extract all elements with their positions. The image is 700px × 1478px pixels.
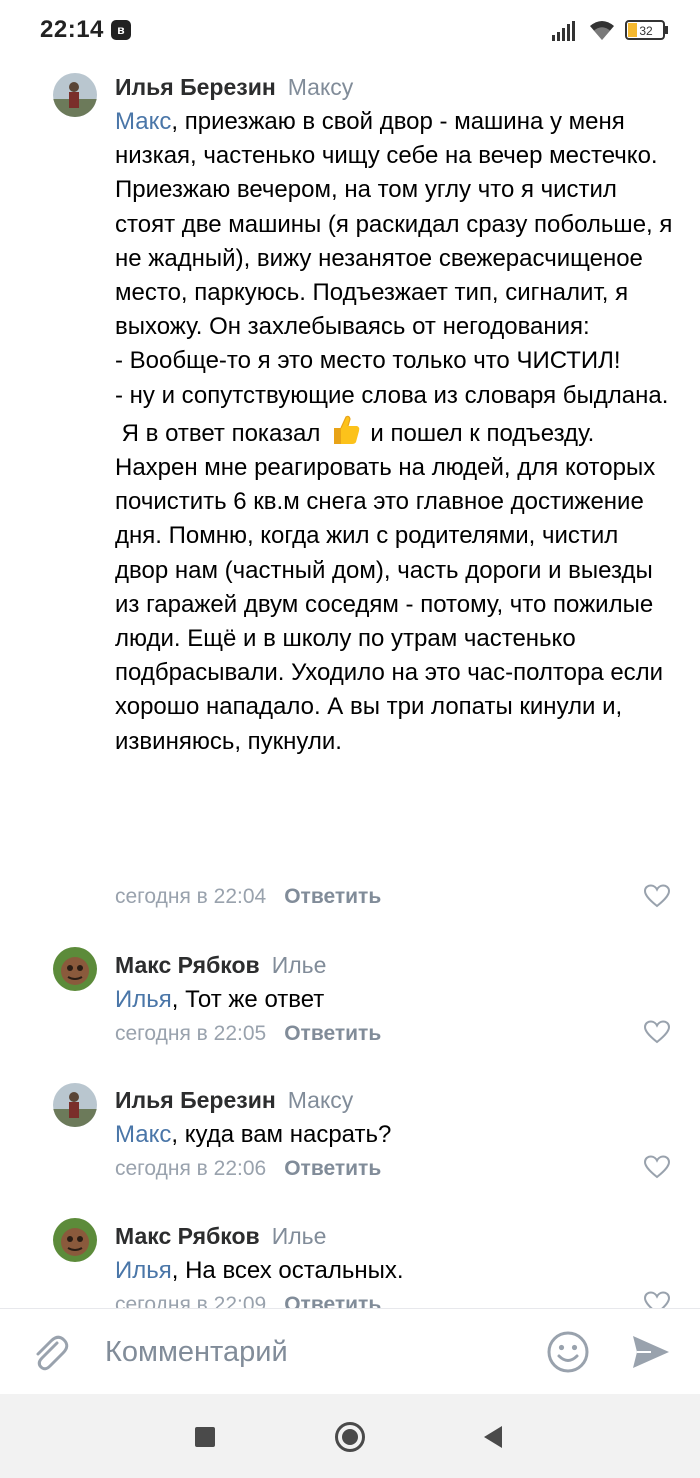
comment-meta: сегодня в 22:05 Ответить bbox=[115, 1022, 381, 1046]
comment-header: Макс Рябков Илье bbox=[115, 1223, 326, 1250]
home-icon[interactable] bbox=[334, 1421, 366, 1453]
reply-button[interactable]: Ответить bbox=[284, 1293, 381, 1308]
comment-reply-to[interactable]: Илье bbox=[272, 952, 327, 978]
comment-author[interactable]: Макс Рябков bbox=[115, 1223, 260, 1249]
comment-author[interactable]: Илья Березин bbox=[115, 1087, 276, 1113]
comment-author[interactable]: Макс Рябков bbox=[115, 952, 260, 978]
avatar[interactable] bbox=[53, 73, 97, 117]
comment-date: сегодня в 22:09 bbox=[115, 1293, 267, 1308]
comment-reply-to[interactable]: Максу bbox=[288, 1087, 354, 1113]
comment-paragraph: , На всех остальных. bbox=[171, 1257, 404, 1284]
battery-icon: 32 bbox=[625, 20, 668, 40]
comment-text: Макс, приезжаю в свой двор - машина у ме… bbox=[115, 105, 675, 759]
smile-icon[interactable] bbox=[546, 1330, 590, 1374]
comment-date: сегодня в 22:04 bbox=[115, 885, 267, 908]
mention-link[interactable]: Илья bbox=[115, 986, 172, 1013]
reply-button[interactable]: Ответить bbox=[284, 1022, 381, 1045]
like-icon[interactable] bbox=[644, 884, 670, 908]
comment-paragraph: , Тот же ответ bbox=[171, 986, 325, 1013]
wifi-icon bbox=[590, 21, 614, 40]
status-time: 22:14 bbox=[40, 16, 104, 43]
comment-header: Илья Березин Максу bbox=[115, 1087, 353, 1114]
comment-input[interactable] bbox=[103, 1331, 527, 1373]
mention-link[interactable]: Илья bbox=[115, 1257, 172, 1284]
comment-date: сегодня в 22:06 bbox=[115, 1157, 267, 1180]
like-icon[interactable] bbox=[644, 1155, 670, 1179]
avatar[interactable] bbox=[53, 947, 97, 991]
like-icon[interactable] bbox=[644, 1020, 670, 1044]
comment-text: Илья, Тот же ответ bbox=[115, 983, 675, 1017]
mention-link[interactable]: Макс bbox=[115, 1121, 171, 1148]
system-nav-bar bbox=[0, 1394, 700, 1478]
reply-button[interactable]: Ответить bbox=[284, 1157, 381, 1180]
comment-meta: сегодня в 22:06 Ответить bbox=[115, 1157, 381, 1181]
vk-icon: в bbox=[111, 20, 131, 40]
thumbs-up-emoji bbox=[334, 415, 360, 444]
comment-reply-to[interactable]: Илье bbox=[272, 1223, 327, 1249]
mention-link[interactable]: Макс bbox=[115, 108, 171, 135]
comment-paragraph: - Вообще-то я это место только что ЧИСТИ… bbox=[115, 347, 621, 375]
comment-paragraph: , приезжаю в свой двор - машина у меня н… bbox=[115, 108, 673, 341]
comment-date: сегодня в 22:05 bbox=[115, 1022, 267, 1045]
comment-composer bbox=[0, 1308, 700, 1395]
back-icon[interactable] bbox=[482, 1424, 504, 1450]
comment-paragraph: Я в ответ показал bbox=[115, 419, 321, 447]
comment-text: Илья, На всех остальных. bbox=[115, 1254, 675, 1288]
comment-paragraph: , куда вам насрать? bbox=[171, 1121, 392, 1148]
comment-header: Илья Березин Максу bbox=[115, 74, 353, 101]
comment-paragraph: Нахрен мне реагировать на людей, для кот… bbox=[115, 454, 664, 755]
send-icon[interactable] bbox=[631, 1333, 671, 1371]
comment-header: Макс Рябков Илье bbox=[115, 952, 326, 979]
comment-feed[interactable]: Илья Березин Максу Макс, приезжаю в свой … bbox=[0, 62, 700, 1308]
comment-reply-to[interactable]: Максу bbox=[288, 74, 354, 100]
paperclip-icon[interactable] bbox=[30, 1331, 70, 1375]
comment-meta: сегодня в 22:09 Ответить bbox=[115, 1293, 381, 1308]
comment-paragraph: - ну и сопутствующие слова из словаря бы… bbox=[115, 381, 669, 409]
comment-paragraph: и пошел к подъезду. bbox=[370, 419, 595, 447]
like-icon[interactable] bbox=[644, 1291, 670, 1308]
comment-meta: сегодня в 22:04 Ответить bbox=[115, 885, 381, 909]
comment-author[interactable]: Илья Березин bbox=[115, 74, 276, 100]
reply-button[interactable]: Ответить bbox=[284, 885, 381, 908]
status-bar: 22:14 в 32 bbox=[0, 0, 700, 62]
comment-text: Макс, куда вам насрать? bbox=[115, 1118, 675, 1152]
battery-level: 32 bbox=[639, 24, 653, 38]
recent-apps-icon[interactable] bbox=[195, 1427, 215, 1447]
avatar[interactable] bbox=[53, 1218, 97, 1262]
avatar[interactable] bbox=[53, 1083, 97, 1127]
signal-icon bbox=[552, 21, 575, 41]
